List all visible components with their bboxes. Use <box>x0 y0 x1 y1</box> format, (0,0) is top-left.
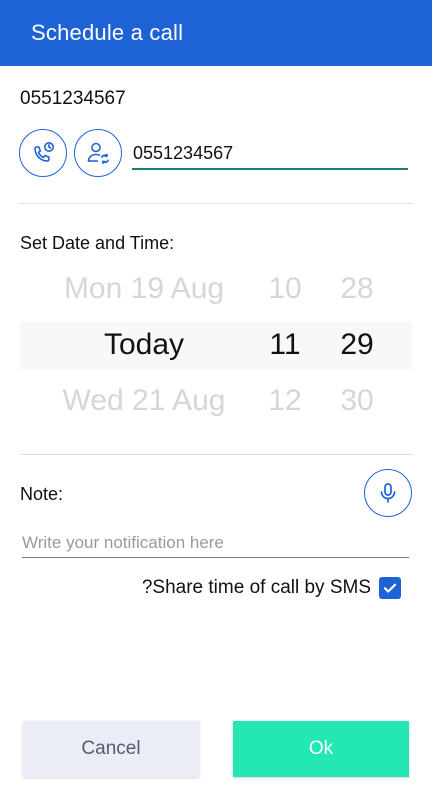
sms-share-checkbox[interactable] <box>379 577 401 599</box>
note-input-container <box>22 530 409 558</box>
date-option-prev[interactable]: Mon 19 Aug <box>40 272 248 306</box>
minute-option-selected[interactable]: 29 <box>326 328 388 362</box>
hour-option-prev[interactable]: 10 <box>255 272 315 306</box>
phone-input-container <box>132 138 408 170</box>
phone-schedule-icon <box>34 142 54 162</box>
phone-number-input[interactable] <box>132 138 408 168</box>
sms-share-row: ?Share time of call by SMS <box>142 576 401 600</box>
voice-input-button[interactable] <box>364 469 412 517</box>
checkmark-icon <box>383 583 397 593</box>
ok-button[interactable]: Ok <box>233 721 409 777</box>
minute-option-prev[interactable]: 28 <box>326 272 388 306</box>
contact-number: 0551234567 <box>20 88 126 109</box>
hour-option-next[interactable]: 12 <box>255 384 315 418</box>
note-input[interactable] <box>22 530 409 556</box>
hour-option-selected[interactable]: 11 <box>255 328 315 362</box>
microphone-icon <box>380 483 396 503</box>
page-title: Schedule a call <box>31 20 184 45</box>
schedule-call-button[interactable] <box>19 129 67 177</box>
contact-sync-icon <box>87 142 109 164</box>
sms-share-label: ?Share time of call by SMS <box>141 577 371 598</box>
note-label: Note: <box>20 484 64 504</box>
divider <box>20 454 413 455</box>
divider <box>20 203 413 204</box>
date-option-next[interactable]: Wed 21 Aug <box>40 384 248 418</box>
date-option-selected[interactable]: Today <box>40 328 248 362</box>
datetime-label: Set Date and Time: <box>20 233 175 253</box>
cancel-button[interactable]: Cancel <box>23 721 199 777</box>
minute-option-next[interactable]: 30 <box>326 384 388 418</box>
contact-picker-button[interactable] <box>74 129 122 177</box>
app-bar: Schedule a call <box>0 0 432 66</box>
